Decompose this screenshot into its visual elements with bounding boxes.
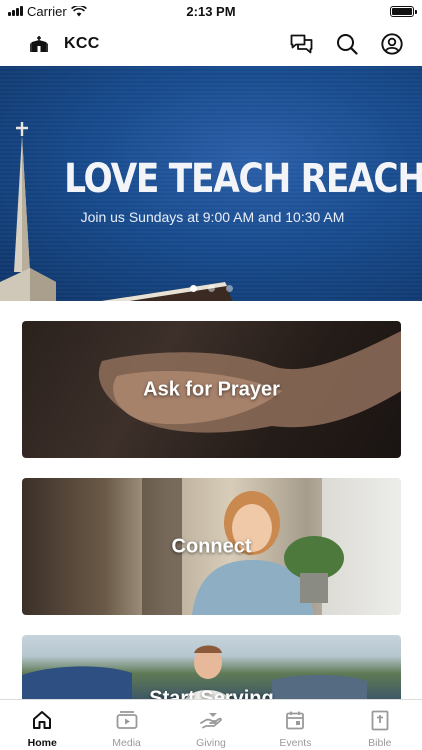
status-bar: Carrier 2:13 PM bbox=[0, 0, 422, 22]
tab-home-label: Home bbox=[27, 737, 57, 749]
bible-icon bbox=[369, 709, 391, 731]
header-actions bbox=[289, 32, 404, 57]
carrier-label: Carrier bbox=[27, 3, 67, 19]
church-logo-icon[interactable] bbox=[28, 33, 50, 55]
tab-media-label: Media bbox=[112, 737, 141, 749]
tab-bible[interactable]: Bible bbox=[338, 700, 422, 750]
giving-icon bbox=[200, 709, 222, 731]
tab-giving-label: Giving bbox=[196, 737, 226, 749]
hero-subtitle: Join us Sundays at 9:00 AM and 10:30 AM bbox=[80, 209, 345, 225]
tab-giving[interactable]: Giving bbox=[169, 700, 253, 750]
carousel-dot[interactable] bbox=[225, 285, 233, 292]
account-icon[interactable] bbox=[379, 32, 404, 57]
tab-media[interactable]: Media bbox=[84, 700, 168, 750]
carousel-dot[interactable] bbox=[207, 285, 215, 292]
events-icon bbox=[284, 709, 306, 731]
media-icon bbox=[116, 709, 138, 731]
prayer-card-label: Ask for Prayer bbox=[143, 378, 280, 400]
battery-fill bbox=[392, 7, 412, 15]
tab-events[interactable]: Events bbox=[253, 700, 337, 750]
hero-banner[interactable]: LOVE TEACH REACH Join us Sundays at 9:00… bbox=[0, 66, 422, 301]
battery-icon bbox=[390, 5, 417, 17]
hero-title: LOVE TEACH REACH bbox=[64, 156, 422, 202]
carousel-dots[interactable] bbox=[0, 285, 422, 292]
app-header: KCC bbox=[0, 22, 422, 66]
connect-card-label: Connect bbox=[171, 535, 252, 557]
serving-card[interactable]: Start Serving bbox=[22, 635, 401, 705]
content-cards: Ask for Prayer Connect Start Serving bbox=[22, 321, 401, 725]
signal-icon bbox=[8, 6, 23, 16]
search-icon[interactable] bbox=[334, 32, 359, 57]
tab-bible-label: Bible bbox=[368, 737, 392, 749]
app-title: KCC bbox=[64, 35, 100, 52]
status-left: Carrier bbox=[8, 4, 87, 19]
connect-card[interactable]: Connect bbox=[22, 478, 401, 615]
wifi-icon bbox=[70, 5, 87, 16]
prayer-card[interactable]: Ask for Prayer bbox=[22, 321, 401, 458]
messages-icon[interactable] bbox=[289, 32, 314, 57]
home-icon bbox=[31, 709, 53, 731]
carousel-dot-active[interactable] bbox=[189, 285, 197, 292]
tab-events-label: Events bbox=[279, 737, 312, 749]
tab-home[interactable]: Home bbox=[0, 700, 84, 750]
tab-bar: Home Media Giving Events Bible bbox=[0, 699, 422, 750]
